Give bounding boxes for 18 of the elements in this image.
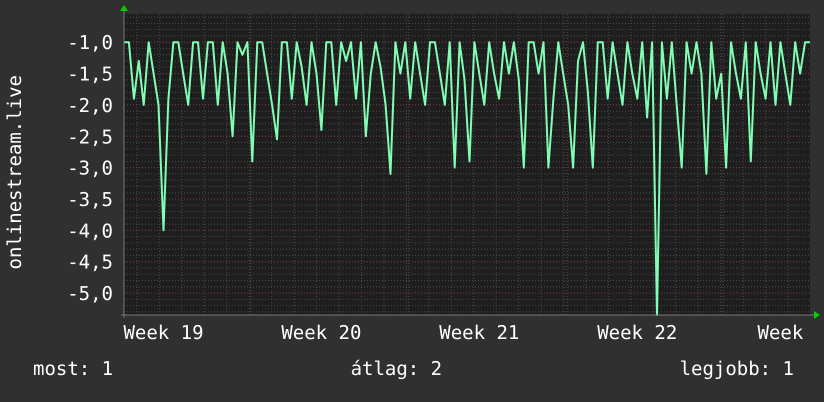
tick-label: -2,0	[67, 94, 113, 117]
axis-title: onlinestream.live	[4, 75, 26, 270]
tick-label: Week	[758, 322, 804, 344]
tick-label: -2,5	[67, 126, 113, 148]
tick-label: -5,0	[67, 283, 113, 306]
tick-label: Week 20	[281, 322, 362, 344]
tick-label: -1,5	[67, 64, 113, 86]
tick-label: -3,5	[67, 189, 113, 211]
tick-label: -4,5	[67, 252, 113, 274]
tick-label: -4,0	[67, 220, 113, 242]
tick-label: -1,0	[67, 32, 113, 54]
tick-label: Week 21	[439, 322, 520, 344]
legend-text: most: 1	[33, 358, 114, 380]
tick-label: Week 22	[597, 322, 678, 344]
legend-text: átlag: 2	[350, 358, 442, 380]
legend-text: legjobb: 1	[680, 358, 794, 380]
tick-label: Week 19	[123, 322, 204, 344]
tick-label: -3,0	[67, 158, 113, 180]
